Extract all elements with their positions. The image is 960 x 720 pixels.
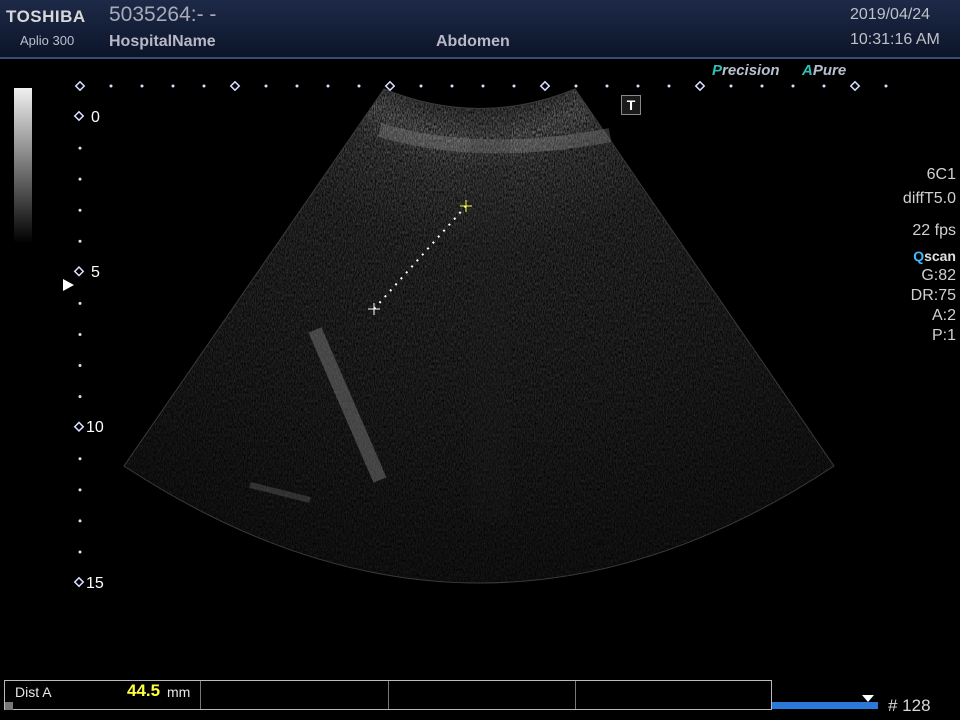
depth-label-10: 10	[86, 419, 104, 436]
depth-major-tick	[73, 421, 85, 433]
measurement-cell-empty	[576, 681, 771, 709]
depth-minor-tick	[78, 395, 82, 399]
measurement-cell-dist-a[interactable]: Dist A 44.5 mm	[5, 681, 201, 709]
lateral-minor-tick	[729, 84, 733, 88]
depth-minor-tick	[78, 488, 82, 492]
lateral-minor-tick	[791, 84, 795, 88]
measurement-cell-empty	[201, 681, 389, 709]
lateral-minor-tick	[760, 84, 764, 88]
depth-major-tick	[73, 266, 85, 277]
measurement-results-box: Dist A 44.5 mm	[4, 680, 772, 710]
depth-label-15: 15	[86, 575, 104, 592]
depth-major-tick	[73, 110, 85, 122]
depth-label-5: 5	[91, 264, 100, 281]
dynamic-range-value: DR:75	[910, 287, 956, 304]
lateral-minor-tick	[295, 84, 299, 88]
a-value: A:2	[931, 307, 956, 324]
lateral-minor-tick	[667, 84, 671, 88]
lateral-major-tick	[74, 80, 86, 92]
depth-minor-tick	[78, 177, 82, 181]
depth-scale	[73, 80, 888, 588]
cine-frame-bar[interactable]	[772, 702, 878, 709]
depth-minor-tick	[78, 550, 82, 554]
lateral-minor-tick	[357, 84, 361, 88]
gain-value: G:82	[921, 267, 956, 284]
lateral-major-tick	[384, 80, 396, 92]
lateral-minor-tick	[636, 84, 640, 88]
depth-major-tick	[73, 576, 85, 588]
depth-minor-tick	[78, 457, 82, 461]
measurement-value: 44.5	[127, 681, 161, 700]
lateral-minor-tick	[419, 84, 423, 88]
depth-minor-tick	[78, 332, 82, 336]
lateral-major-tick	[694, 80, 706, 92]
lateral-minor-tick	[326, 84, 330, 88]
lateral-minor-tick	[574, 84, 578, 88]
frame-counter: # 128	[888, 696, 931, 715]
lateral-minor-tick	[202, 84, 206, 88]
lateral-minor-tick	[481, 84, 485, 88]
measurement-unit: mm	[167, 684, 191, 700]
lateral-minor-tick	[605, 84, 609, 88]
p-value: P:1	[931, 327, 956, 344]
qscan-indicator: Qscan	[913, 248, 956, 264]
lateral-major-tick	[849, 80, 861, 92]
depth-minor-tick	[78, 364, 82, 368]
depth-minor-tick	[78, 301, 82, 305]
lateral-minor-tick	[822, 84, 826, 88]
probe-name: 6C1	[926, 166, 956, 183]
t-button[interactable]: T	[621, 95, 641, 115]
lateral-minor-tick	[264, 84, 268, 88]
depth-minor-tick	[78, 519, 82, 523]
depth-label-0: 0	[91, 109, 100, 126]
tissue-harmonic: diffT5.0	[902, 190, 956, 207]
lateral-minor-tick	[450, 84, 454, 88]
measurement-cell-empty	[389, 681, 577, 709]
lateral-major-tick	[539, 80, 551, 92]
lateral-major-tick	[229, 80, 241, 92]
depth-minor-tick	[78, 239, 82, 243]
cine-position-marker[interactable]	[862, 695, 874, 702]
focus-marker[interactable]	[63, 279, 74, 291]
frame-rate: 22 fps	[912, 222, 956, 239]
lateral-minor-tick	[884, 84, 888, 88]
depth-minor-tick	[78, 208, 82, 212]
measurement-label: Dist A	[15, 684, 52, 700]
depth-minor-tick	[78, 146, 82, 150]
lateral-minor-tick	[171, 84, 175, 88]
lateral-minor-tick	[140, 84, 144, 88]
footer-corner-marker	[5, 702, 13, 710]
lateral-minor-tick	[512, 84, 516, 88]
lateral-minor-tick	[109, 84, 113, 88]
